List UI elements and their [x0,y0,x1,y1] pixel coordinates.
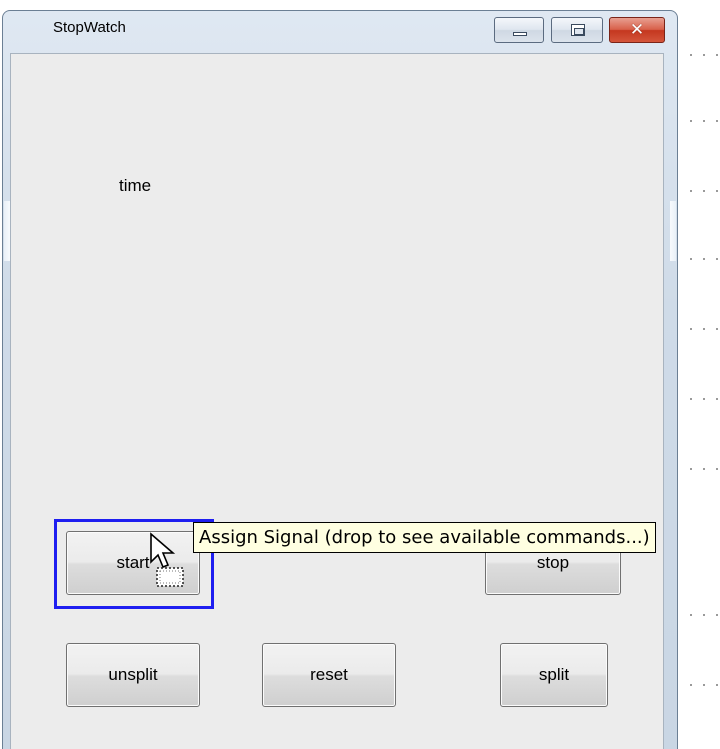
maximize-button[interactable] [551,17,603,43]
arrow-cursor-with-drop-icon [150,532,184,587]
split-button[interactable]: split [500,643,608,707]
frame-highlight [670,201,676,261]
close-icon: ✕ [629,20,645,40]
unsplit-button[interactable]: unsplit [66,643,200,707]
time-label: time [119,176,152,195]
minimize-button[interactable] [494,17,544,43]
designer-canvas: StopWatch ✕ time start stop unsplit rese… [0,0,720,749]
minimize-icon [513,32,527,36]
close-button[interactable]: ✕ [609,17,665,43]
window-title: StopWatch [53,19,126,36]
drop-target-highlight [54,519,214,609]
assign-signal-tooltip: Assign Signal (drop to see available com… [193,522,656,553]
maximize-icon [571,24,585,36]
reset-button[interactable]: reset [262,643,396,707]
